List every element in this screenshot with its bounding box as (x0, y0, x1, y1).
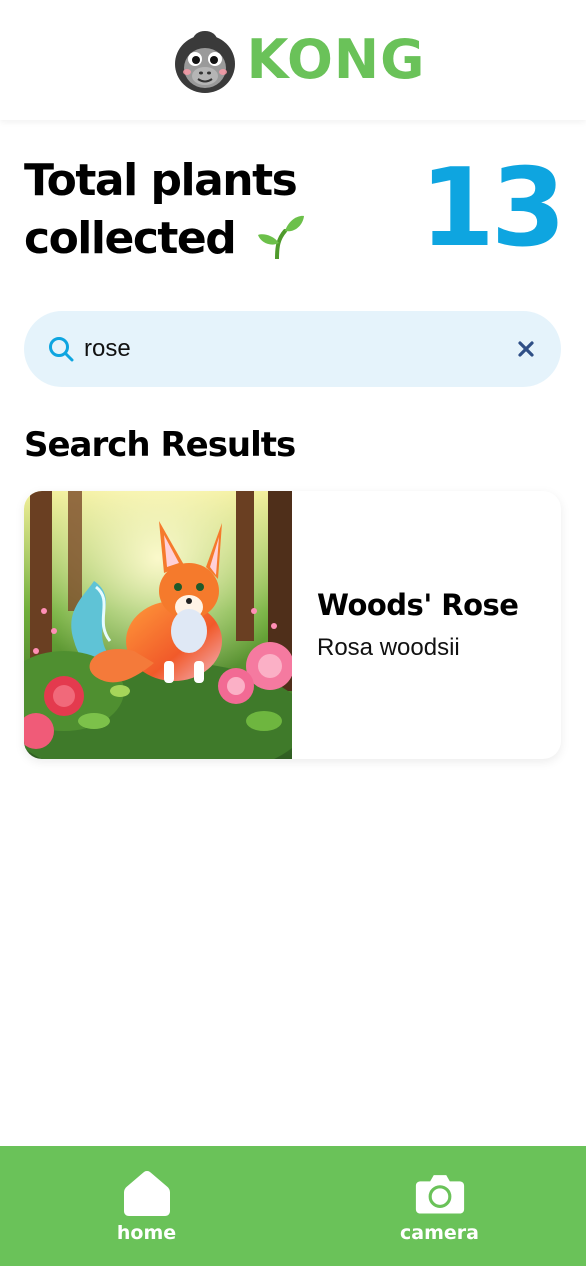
stat-label: Total plants collected (24, 152, 344, 268)
search-input[interactable] (84, 335, 515, 363)
stat-count: 13 (419, 146, 566, 271)
plants-collected-stat: Total plants collected 13 (24, 146, 566, 271)
brand[interactable]: KONG (173, 26, 426, 94)
app-root: KONG Total plants collected 13 Search Re… (0, 0, 586, 1266)
result-name: Woods' Rose (317, 588, 519, 622)
plant-thumbnail-image (24, 491, 292, 759)
results-heading: Search Results (24, 425, 296, 465)
nav-item-camera[interactable]: camera (293, 1146, 586, 1266)
gorilla-icon (174, 31, 235, 93)
nav-item-home[interactable]: home (0, 1146, 293, 1266)
nav-label-home: home (116, 1222, 177, 1244)
brand-name: KONG (246, 28, 426, 91)
bottom-nav: home camera (0, 1146, 586, 1266)
stat-label-line2: collected (24, 213, 237, 264)
stat-label-line1: Total plants (24, 155, 298, 206)
nav-label-camera: camera (400, 1222, 479, 1244)
result-scientific-name: Rosa woodsii (317, 634, 460, 661)
home-icon (123, 1171, 170, 1216)
result-card[interactable]: Woods' Rose Rosa woodsii (24, 491, 561, 759)
app-header: KONG (0, 0, 586, 120)
sprout-icon (258, 215, 305, 259)
search-icon (49, 337, 74, 362)
close-icon[interactable] (515, 338, 537, 360)
result-info: Woods' Rose Rosa woodsii (292, 491, 561, 759)
search-bar (24, 311, 561, 387)
camera-icon (415, 1175, 464, 1214)
